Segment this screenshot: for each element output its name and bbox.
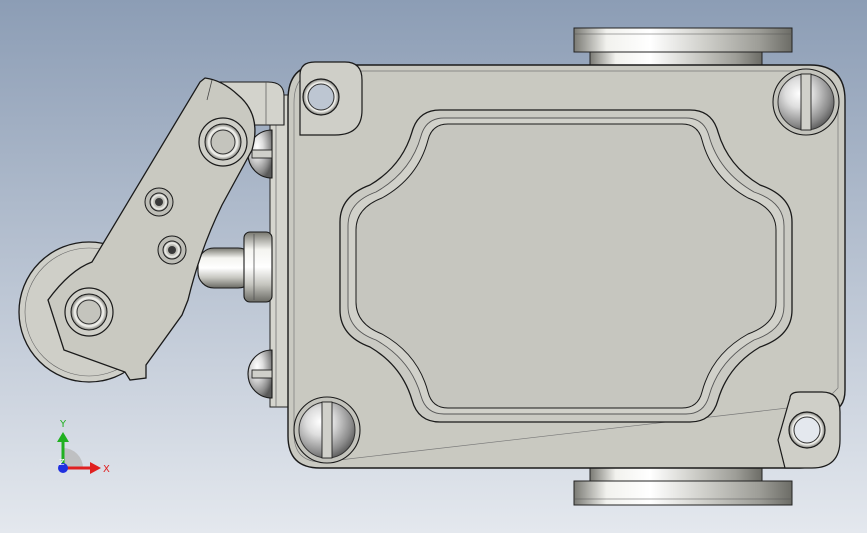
z-axis-label: Z (59, 458, 65, 467)
lid-panel (339, 109, 793, 423)
cad-drawing: Y X Z (0, 0, 867, 533)
x-axis-label: X (103, 464, 110, 475)
cad-viewport[interactable]: Y X Z (0, 0, 867, 533)
top-conduit-boss (573, 27, 793, 67)
bottom-conduit-boss (573, 465, 793, 506)
lever-set-screw-upper (144, 187, 174, 217)
lever-pivot-hole (198, 117, 248, 167)
y-axis-label: Y (59, 419, 67, 430)
side-plate (269, 94, 291, 408)
lid-screw-top-right (772, 68, 840, 136)
mounting-ear-top-left (299, 61, 363, 136)
roller-axle-hole (64, 287, 114, 337)
lever-set-screw-lower (157, 235, 187, 265)
lid-screw-bottom-left (293, 396, 361, 464)
